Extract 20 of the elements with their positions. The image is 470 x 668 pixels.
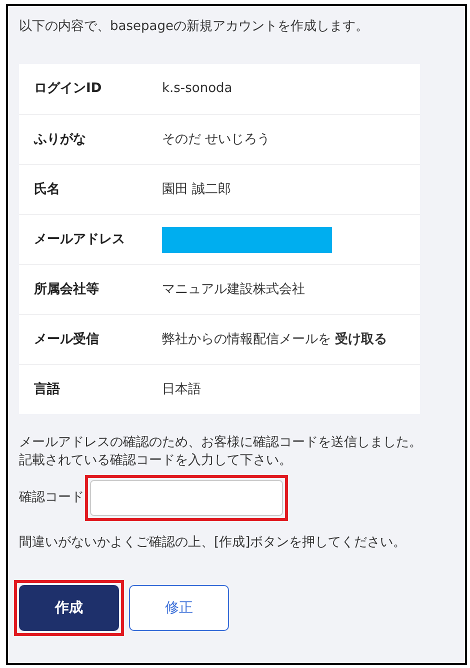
field-value: k.s-sonoda bbox=[162, 80, 232, 98]
intro-text: 以下の内容で、basepageの新規アカウントを作成します。 bbox=[19, 18, 370, 36]
notice-text: メールアドレスの確認のため、お客様に確認コードを送信しました。 bbox=[19, 434, 423, 452]
field-label: 言語 bbox=[34, 380, 61, 399]
code-label: 確認コード bbox=[19, 489, 84, 508]
field-label: ふりがな bbox=[34, 130, 87, 149]
field-value: 日本語 bbox=[162, 380, 201, 399]
field-value: 園田 誠二郎 bbox=[162, 180, 232, 199]
field-label: メール受信 bbox=[34, 330, 100, 349]
field-label: メールアドレス bbox=[34, 230, 126, 249]
field-value: 弊社からの情報配信メールを 受け取る bbox=[162, 330, 388, 349]
field-value: そのだ せいじろう bbox=[162, 130, 270, 149]
field-label: 氏名 bbox=[34, 180, 61, 199]
edit-button[interactable]: 修正 bbox=[129, 585, 229, 631]
notice-text: 記載されている確認コードを入力して下さい。 bbox=[19, 452, 293, 470]
create-button[interactable]: 作成 bbox=[19, 585, 119, 631]
field-label: ログインID bbox=[34, 80, 103, 98]
confirm-text: 間違いがないかよくご確認の上、[作成]ボタンを押してください。 bbox=[19, 534, 408, 552]
field-label: 所属会社等 bbox=[34, 280, 100, 299]
field-value: マニュアル建設株式会社 bbox=[162, 280, 305, 299]
